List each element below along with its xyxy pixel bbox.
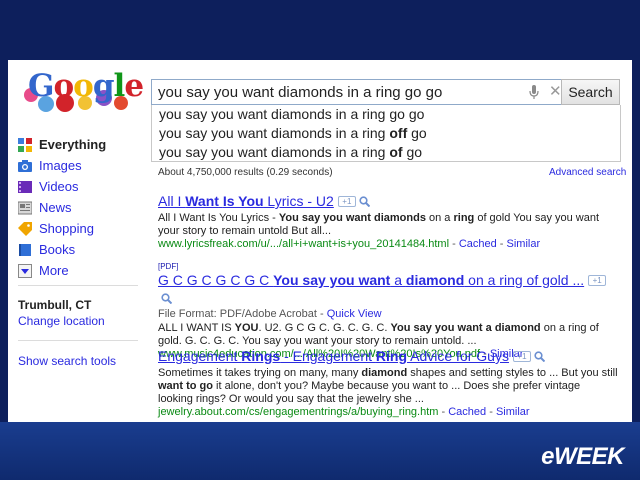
- quick-view-link[interactable]: Quick View: [327, 308, 382, 320]
- file-format-line: File Format: PDF/Adobe Acrobat - Quick V…: [158, 308, 382, 320]
- similar-link[interactable]: Similar: [496, 406, 530, 418]
- suggestion-item[interactable]: you say you want diamonds in a ring off …: [159, 125, 427, 141]
- suggestion-bold: of: [389, 144, 403, 160]
- search-button[interactable]: Search: [561, 79, 620, 105]
- nav-item-more[interactable]: More: [18, 262, 138, 282]
- divider: [18, 285, 138, 286]
- result-url: www.lyricsfreak.com/u/.../all+i+want+is+…: [158, 238, 450, 250]
- result-snippet: ALL I WANT IS YOU. U2. G C G C. G. C. G.…: [158, 322, 599, 347]
- camera-icon: [18, 160, 32, 172]
- suggestion-text: go go: [389, 106, 425, 122]
- divider: [18, 340, 138, 341]
- search-result: All I Want Is You Lyrics - U2 +1 All I Wa…: [158, 193, 618, 251]
- everything-icon: [18, 138, 32, 152]
- suggestion-item[interactable]: you say you want diamonds in a ring of g…: [159, 144, 422, 160]
- plus-one-icon[interactable]: +1: [588, 275, 607, 287]
- google-doodle-logo[interactable]: Google: [20, 66, 144, 112]
- suggestion-item[interactable]: you say you want diamonds in a ring go g…: [159, 106, 424, 122]
- suggestion-text: go: [402, 144, 423, 160]
- nav-item-videos[interactable]: Videos: [18, 178, 138, 198]
- magnifier-icon[interactable]: [359, 196, 370, 208]
- close-icon[interactable]: ✕: [549, 84, 562, 100]
- newspaper-icon: [18, 201, 32, 215]
- nav-item-shopping[interactable]: Shopping: [18, 220, 138, 240]
- nav-label: Books: [39, 242, 76, 257]
- suggestion-dropdown: you say you want diamonds in a ring go g…: [151, 105, 621, 162]
- change-location-link[interactable]: Change location: [18, 314, 105, 328]
- nav-label: Images: [39, 158, 82, 173]
- nav-label: Shopping: [39, 221, 94, 236]
- book-icon: [19, 244, 31, 256]
- similar-link[interactable]: Similar: [507, 238, 541, 250]
- film-icon: [18, 181, 32, 193]
- nav-label: More: [39, 263, 69, 278]
- location-label: Trumbull, CT: [18, 298, 92, 312]
- result-url-line: jewelry.about.com/cs/engagementrings/a/b…: [158, 406, 530, 418]
- plus-one-icon[interactable]: +1: [512, 351, 531, 363]
- nav-item-everything[interactable]: Everything: [18, 136, 138, 156]
- result-title[interactable]: All I Want Is You Lyrics - U2: [158, 193, 334, 209]
- result-snippet: All I Want Is You Lyrics - You say you w…: [158, 212, 600, 237]
- suggestion-text: go: [407, 125, 427, 141]
- advanced-search-link[interactable]: Advanced search: [549, 167, 626, 178]
- search-box[interactable]: ✕: [151, 79, 562, 105]
- nav-label: Videos: [39, 179, 79, 194]
- chevron-down-icon: [18, 264, 32, 278]
- eweek-logo: eWEEK: [541, 443, 624, 470]
- search-input[interactable]: [158, 83, 518, 102]
- search-result: [PDF] G C G C G C G C You say you want a…: [158, 262, 618, 361]
- suggestion-text: you say you want diamonds in a ring: [159, 125, 390, 141]
- result-url-line: www.lyricsfreak.com/u/.../all+i+want+is+…: [158, 238, 541, 250]
- suggestion-bold: off: [389, 125, 408, 141]
- nav-label: Everything: [39, 137, 107, 152]
- suggestion-text: you say you want diamonds in a ring: [159, 144, 390, 160]
- plus-one-icon[interactable]: +1: [337, 196, 356, 208]
- result-url: jewelry.about.com/cs/engagementrings/a/b…: [158, 406, 439, 418]
- magnifier-icon[interactable]: [161, 293, 172, 305]
- nav-item-images[interactable]: Images: [18, 157, 138, 177]
- show-search-tools-link[interactable]: Show search tools: [18, 354, 116, 368]
- magnifier-icon[interactable]: [534, 351, 545, 363]
- search-screenshot: Google ✕ Search you say you want diamond…: [8, 60, 632, 422]
- microphone-icon[interactable]: [529, 85, 539, 100]
- result-snippet: Sometimes it takes trying on many, many …: [158, 367, 618, 405]
- nav-label: News: [39, 200, 72, 215]
- suggestion-text: you say you want diamonds in a ring: [159, 106, 390, 122]
- result-stats: About 4,750,000 results (0.29 seconds): [158, 167, 333, 178]
- nav-item-books[interactable]: Books: [18, 241, 138, 261]
- cached-link[interactable]: Cached: [448, 406, 486, 418]
- tag-icon: [18, 222, 32, 236]
- result-title[interactable]: Engagement Rings - Engagement Ring Advic…: [158, 348, 509, 364]
- nav-item-news[interactable]: News: [18, 199, 138, 219]
- search-result: Engagement Rings - Engagement Ring Advic…: [158, 348, 618, 419]
- cached-link[interactable]: Cached: [459, 238, 497, 250]
- pdf-tag: [PDF]: [158, 262, 179, 271]
- result-title[interactable]: G C G C G C G C You say you want a diamo…: [158, 272, 584, 288]
- logo-text: Google: [28, 68, 144, 104]
- top-band: [0, 0, 640, 58]
